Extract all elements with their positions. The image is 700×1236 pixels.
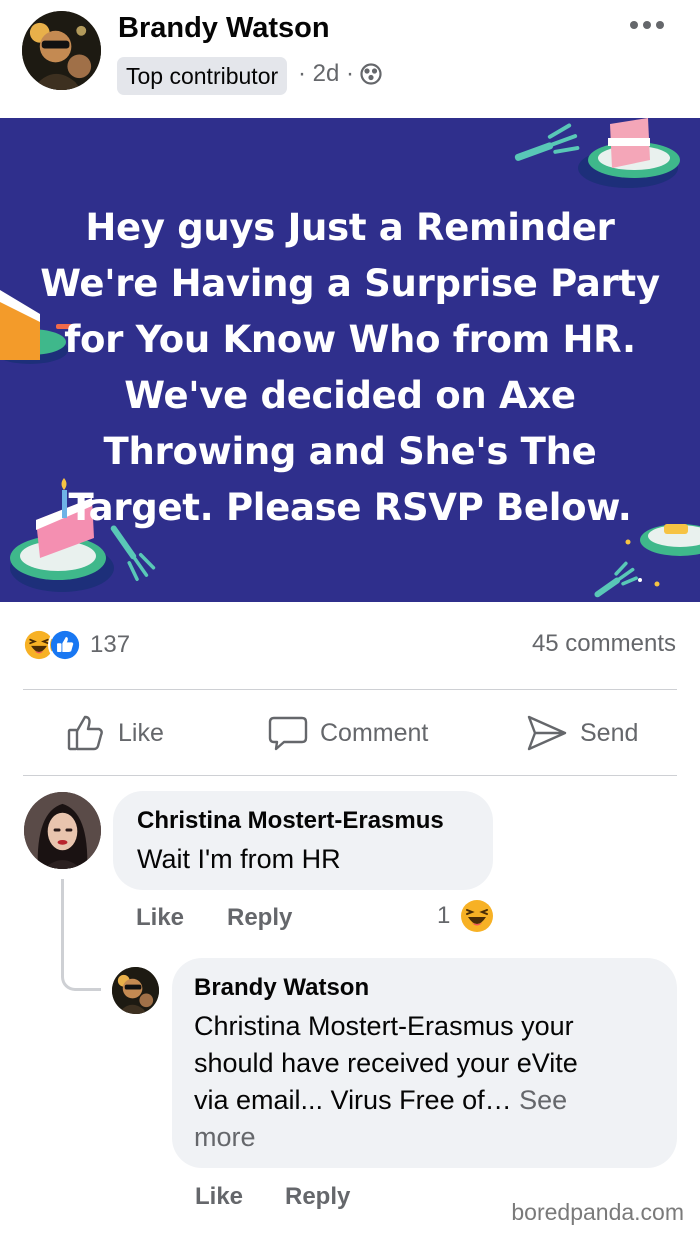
top-contributor-badge: Top contributor [117, 57, 288, 95]
like-label: Like [118, 718, 164, 747]
comment-bubble: Christina Mostert-Erasmus Wait I'm from … [113, 791, 493, 890]
like-button[interactable]: Like [66, 710, 164, 756]
comment-label: Comment [320, 718, 429, 747]
post-banner[interactable]: Hey guys Just a Reminder We're Having a … [0, 118, 700, 602]
comment-text: Wait I'm from HR [137, 844, 341, 874]
reply-bubble: Brandy Watson Christina Mostert-Erasmus … [172, 958, 677, 1168]
comment-button[interactable]: Comment [268, 710, 428, 756]
thumbs-up-icon [67, 715, 103, 751]
reaction-count: 137 [90, 631, 131, 658]
reaction-summary[interactable]: 137 [22, 625, 130, 665]
reply-thread-line [61, 879, 101, 991]
reply-line-1: Christina Mostert-Erasmus your [194, 1011, 574, 1041]
reply-line-3: via email... Virus Free of… [194, 1085, 512, 1115]
reply-author-avatar[interactable] [112, 967, 159, 1014]
reply-author[interactable]: Brandy Watson [194, 974, 655, 1002]
comment-reaction-count[interactable]: 1 [437, 902, 450, 930]
speech-bubble-icon [268, 716, 308, 751]
comment-reply-button[interactable]: Reply [227, 904, 292, 932]
author-name[interactable]: Brandy Watson [118, 12, 330, 45]
see-more-part-2[interactable]: more [194, 1122, 256, 1152]
like-react-icon [48, 628, 82, 662]
post-meta: · 2d · [298, 60, 382, 88]
divider-top [23, 689, 677, 690]
commenter-avatar[interactable] [24, 792, 101, 869]
globe-icon [360, 63, 382, 85]
divider-bottom [23, 775, 677, 776]
send-arrow-icon [527, 715, 567, 751]
more-dots-icon[interactable] [627, 14, 667, 36]
post-time[interactable]: · 2d · [298, 60, 354, 88]
see-more-part-1[interactable]: See [519, 1085, 567, 1115]
banner-text: Hey guys Just a Reminder We're Having a … [40, 206, 660, 529]
watermark: boredpanda.com [511, 1199, 684, 1225]
reply-like-button[interactable]: Like [195, 1183, 243, 1211]
haha-react-icon [461, 900, 493, 932]
reply-reply-button[interactable]: Reply [285, 1183, 350, 1211]
comment-count[interactable]: 45 comments [532, 630, 676, 658]
comment-author[interactable]: Christina Mostert-Erasmus [137, 807, 469, 835]
send-button[interactable]: Send [526, 710, 638, 756]
send-label: Send [580, 718, 639, 747]
post-header: Brandy Watson Top contributor · 2d · [0, 0, 700, 118]
reply-text: Christina Mostert-Erasmus your should ha… [194, 1008, 655, 1156]
author-avatar[interactable] [22, 11, 101, 90]
comment-like-button[interactable]: Like [136, 904, 184, 932]
reply-line-2: should have received your eVite [194, 1048, 578, 1078]
